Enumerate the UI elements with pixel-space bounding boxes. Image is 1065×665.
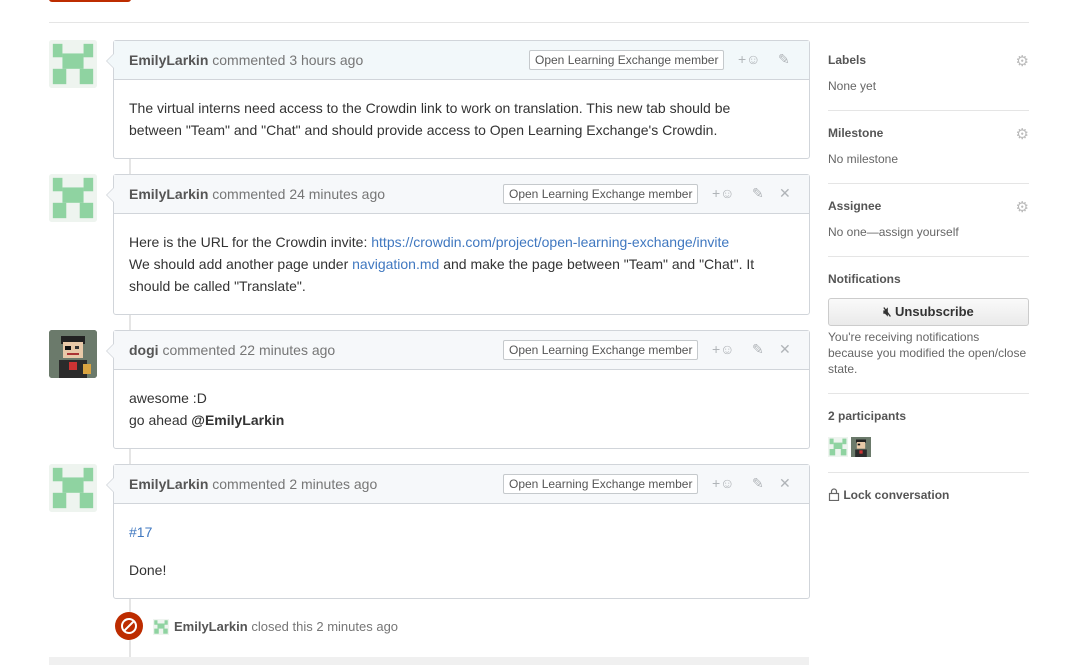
comment-text: The virtual interns need access to the C… bbox=[129, 100, 731, 116]
add-reaction-icon[interactable]: +☺ bbox=[738, 51, 760, 67]
divider bbox=[828, 472, 1029, 473]
comment: EmilyLarkin commented 24 minutes ago Ope… bbox=[106, 174, 810, 315]
comment-text: and make the page between "Team" and "Ch… bbox=[439, 256, 755, 272]
milestone-title: Milestone bbox=[828, 126, 884, 140]
circle-slash-icon bbox=[115, 612, 143, 640]
avatar[interactable] bbox=[49, 330, 97, 378]
notifications-title: Notifications bbox=[828, 272, 901, 286]
comment-author[interactable]: EmilyLarkin bbox=[129, 186, 208, 202]
avatar[interactable] bbox=[49, 464, 97, 512]
notifications-section: Notifications bbox=[828, 272, 1029, 286]
unsubscribe-button[interactable]: 🔇︎ Unsubscribe bbox=[828, 298, 1029, 326]
lock-conversation-link[interactable]: Lock conversation bbox=[828, 488, 1029, 502]
divider bbox=[828, 256, 1029, 257]
comment-text: should be called "Translate". bbox=[129, 278, 306, 294]
comment-action: commented bbox=[212, 186, 286, 202]
comment-author[interactable]: EmilyLarkin bbox=[129, 52, 208, 68]
edit-icon[interactable]: ✎ bbox=[752, 475, 764, 492]
identicon-icon bbox=[49, 464, 97, 512]
member-badge: Open Learning Exchange member bbox=[503, 474, 699, 494]
lock-label: Lock conversation bbox=[843, 488, 950, 502]
identicon-icon[interactable] bbox=[153, 619, 169, 635]
navigation-md-link[interactable]: navigation.md bbox=[352, 256, 439, 272]
milestone-value: No milestone bbox=[828, 152, 899, 166]
comment: EmilyLarkin commented 3 hours ago Open L… bbox=[106, 40, 810, 159]
lock-icon bbox=[828, 488, 843, 502]
milestone-section: Milestone ⚙ No milestone bbox=[828, 126, 1029, 166]
add-reaction-icon[interactable]: +☺ bbox=[712, 185, 734, 201]
unsubscribe-label: Unsubscribe bbox=[895, 304, 974, 319]
comment-time[interactable]: 2 minutes ago bbox=[289, 476, 377, 492]
user-mention[interactable]: @EmilyLarkin bbox=[191, 412, 284, 428]
comment-body: #17 Done! bbox=[114, 504, 809, 598]
comment-text: Done! bbox=[129, 562, 167, 578]
comment-header: dogi commented 22 minutes ago Open Learn… bbox=[114, 331, 809, 370]
notifications-description: You're receiving notifications because y… bbox=[828, 330, 1027, 376]
bottom-edge bbox=[49, 657, 809, 665]
participant-avatar[interactable] bbox=[851, 437, 871, 457]
comment-header: EmilyLarkin commented 3 hours ago Open L… bbox=[114, 41, 809, 80]
avatar[interactable] bbox=[49, 174, 97, 222]
edit-icon[interactable]: ✎ bbox=[778, 51, 790, 68]
participants-section: 2 participants bbox=[828, 409, 1029, 457]
assign-yourself-link[interactable]: No one—assign yourself bbox=[828, 225, 1029, 239]
comment-text: Here is the URL for the Crowdin invite: bbox=[129, 234, 372, 250]
gear-icon[interactable]: ⚙ bbox=[1016, 52, 1029, 70]
divider bbox=[828, 110, 1029, 111]
edit-icon[interactable]: ✎ bbox=[752, 341, 764, 358]
comment-text: go ahead bbox=[129, 412, 192, 428]
top-button-edge bbox=[49, 0, 131, 2]
comment-header: EmilyLarkin commented 2 minutes ago Open… bbox=[114, 465, 809, 504]
comment-text: We should add another page under bbox=[129, 256, 353, 272]
member-badge: Open Learning Exchange member bbox=[529, 50, 725, 70]
delete-icon[interactable]: ✕ bbox=[779, 475, 791, 492]
participant-avatar[interactable] bbox=[828, 437, 848, 457]
divider bbox=[49, 22, 1029, 23]
event-text: closed this 2 minutes ago bbox=[251, 619, 399, 634]
labels-value: None yet bbox=[828, 79, 877, 93]
comment-text: awesome :D bbox=[129, 390, 207, 406]
comment-body: awesome :D go ahead @EmilyLarkin bbox=[114, 370, 809, 448]
add-reaction-icon[interactable]: +☺ bbox=[712, 475, 734, 491]
member-badge: Open Learning Exchange member bbox=[503, 340, 699, 360]
comment-time[interactable]: 22 minutes ago bbox=[239, 342, 335, 358]
crowdin-link[interactable]: https://crowdin.com/project/open-learnin… bbox=[371, 234, 729, 250]
mute-icon: 🔇︎ bbox=[883, 304, 892, 319]
event-author[interactable]: EmilyLarkin bbox=[174, 619, 248, 634]
comment-body: Here is the URL for the Crowdin invite: … bbox=[114, 214, 809, 314]
add-reaction-icon[interactable]: +☺ bbox=[712, 341, 734, 357]
identicon-icon bbox=[49, 174, 97, 222]
comment: EmilyLarkin commented 2 minutes ago Open… bbox=[106, 464, 810, 599]
comment: dogi commented 22 minutes ago Open Learn… bbox=[106, 330, 810, 449]
gear-icon[interactable]: ⚙ bbox=[1016, 198, 1029, 216]
delete-icon[interactable]: ✕ bbox=[779, 341, 791, 358]
labels-title: Labels bbox=[828, 53, 867, 67]
divider bbox=[828, 393, 1029, 394]
member-badge: Open Learning Exchange member bbox=[503, 184, 699, 204]
comment-action: commented bbox=[212, 52, 286, 68]
comment-time[interactable]: 24 minutes ago bbox=[289, 186, 385, 202]
participants-title: 2 participants bbox=[828, 409, 907, 423]
assignee-title: Assignee bbox=[828, 199, 882, 213]
pirate-avatar-icon bbox=[49, 330, 97, 378]
delete-icon[interactable]: ✕ bbox=[779, 185, 791, 202]
gear-icon[interactable]: ⚙ bbox=[1016, 125, 1029, 143]
assignee-section: Assignee ⚙ No one—assign yourself bbox=[828, 199, 1029, 239]
comment-body: The virtual interns need access to the C… bbox=[114, 80, 809, 158]
comment-author[interactable]: EmilyLarkin bbox=[129, 476, 208, 492]
labels-section: Labels ⚙ None yet bbox=[828, 53, 1029, 93]
comment-time[interactable]: 3 hours ago bbox=[289, 52, 363, 68]
divider bbox=[828, 183, 1029, 184]
identicon-icon bbox=[49, 40, 97, 88]
comment-text: between "Team" and "Chat" and should pro… bbox=[129, 122, 718, 138]
comment-author[interactable]: dogi bbox=[129, 342, 159, 358]
edit-icon[interactable]: ✎ bbox=[752, 185, 764, 202]
issue-link[interactable]: #17 bbox=[129, 524, 152, 540]
comment-action: commented bbox=[212, 476, 286, 492]
comment-action: commented bbox=[162, 342, 236, 358]
avatar[interactable] bbox=[49, 40, 97, 88]
comment-header: EmilyLarkin commented 24 minutes ago Ope… bbox=[114, 175, 809, 214]
